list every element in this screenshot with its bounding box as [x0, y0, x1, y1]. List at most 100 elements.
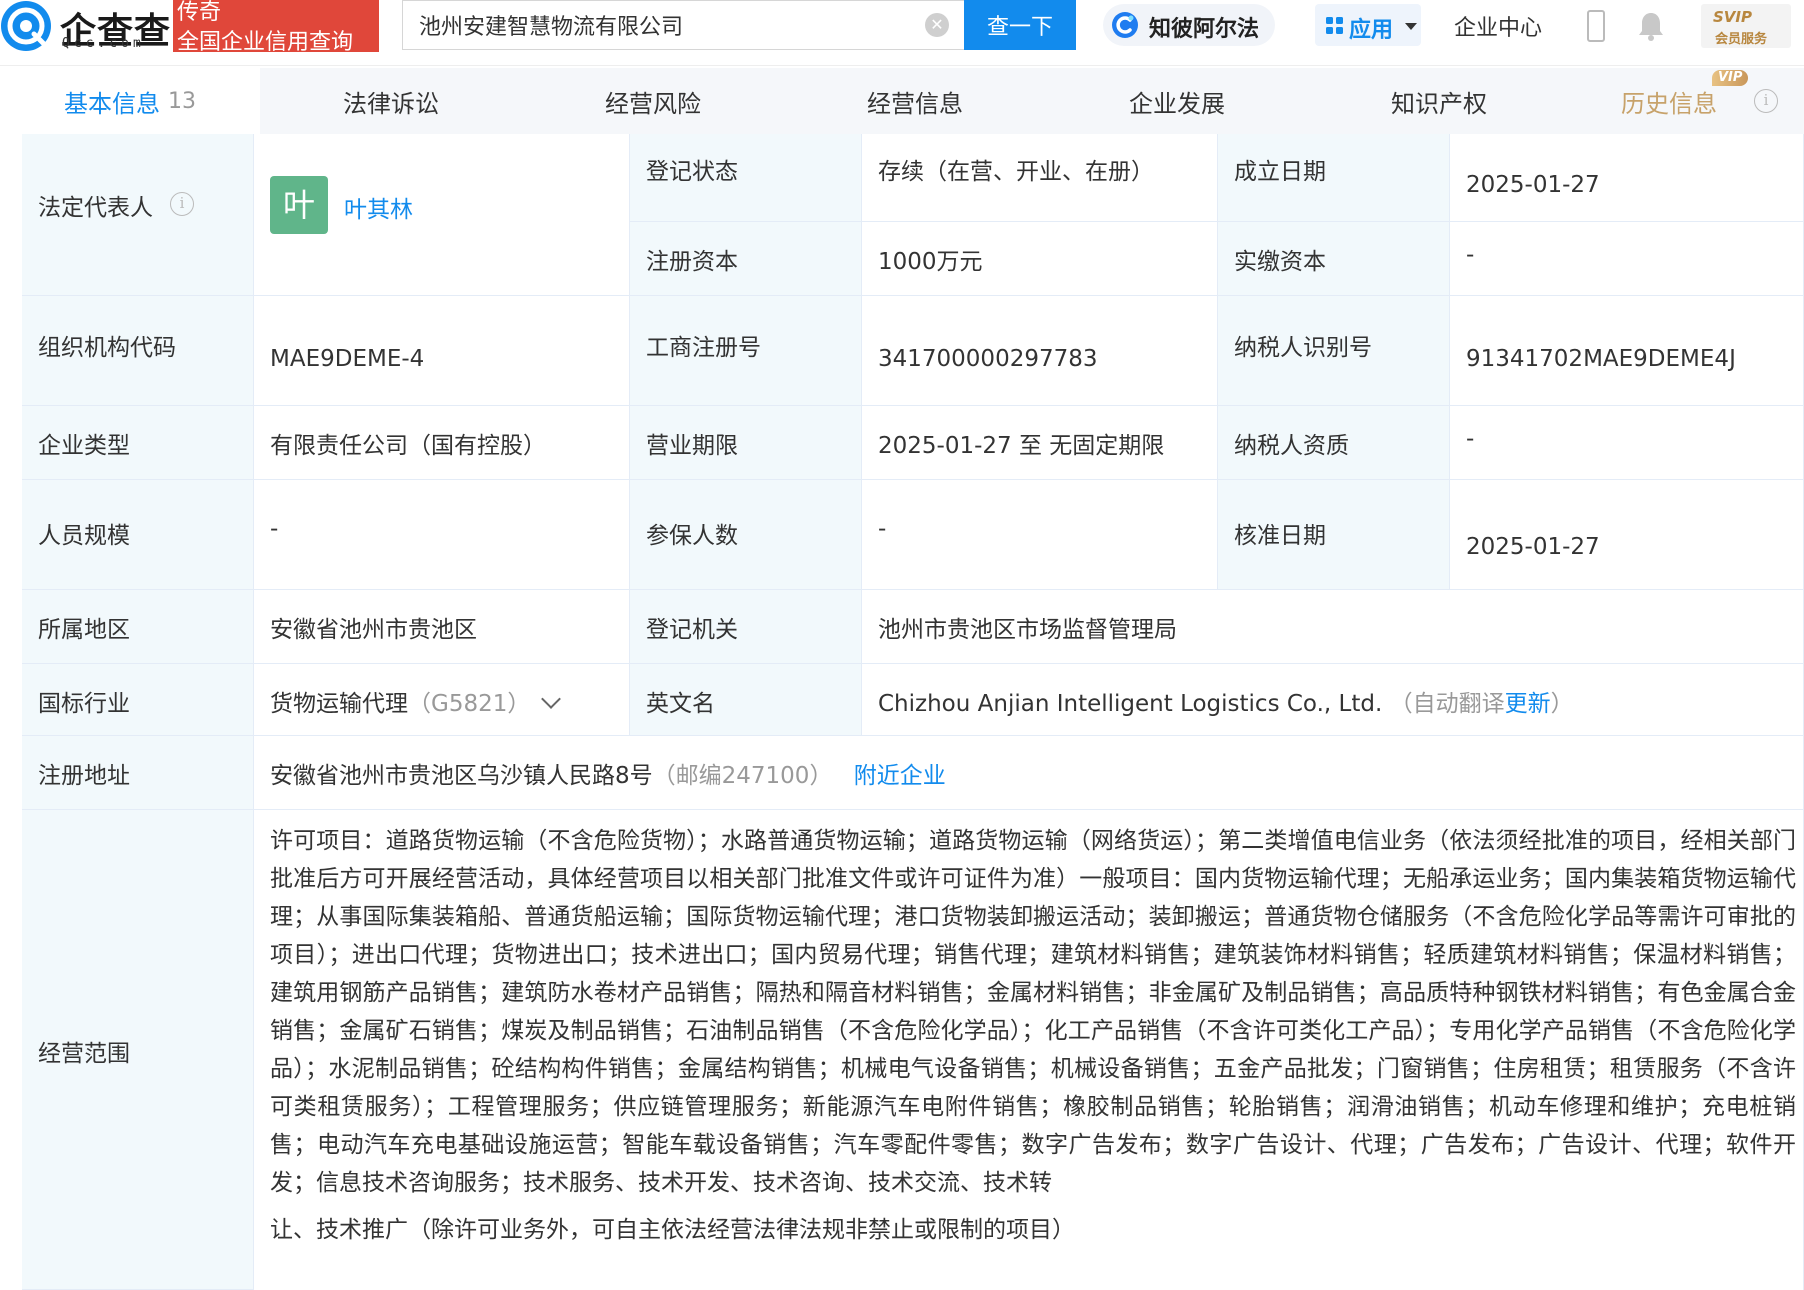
found-date-label: 成立日期	[1234, 159, 1326, 185]
scope-value-cell: 许可项目：道路货物运输（不含危险货物）；水路普通货物运输；道路货物运输（网络货运…	[254, 810, 1804, 1290]
org-code-label-cell: 组织机构代码	[22, 296, 254, 406]
english-name-value-cell: Chizhou Anjian Intelligent Logistics Co.…	[862, 664, 1804, 736]
chevron-down-icon[interactable]	[541, 689, 562, 709]
apps-grid-icon	[1326, 17, 1343, 34]
postcode: （邮编247100）	[652, 763, 833, 789]
tab-label: 历史信息	[1621, 89, 1717, 118]
phone-icon[interactable]	[1587, 10, 1605, 42]
reg-capital-label: 注册资本	[646, 249, 738, 275]
paid-capital-label: 实缴资本	[1234, 249, 1326, 275]
banner-line-1: 传奇	[177, 0, 222, 25]
taxpayer-qual-value: -	[1466, 426, 1475, 452]
region-label-cell: 所属地区	[22, 590, 254, 664]
tab-development[interactable]: 企业发展	[1046, 68, 1308, 134]
reg-status-value-cell: 存续（在营、开业、在册）	[862, 134, 1218, 222]
caret-down-icon	[1405, 23, 1417, 30]
insured-label: 参保人数	[646, 523, 738, 549]
reg-capital-value-cell: 1000万元	[862, 222, 1218, 296]
reg-authority-value: 池州市贵池区市场监督管理局	[878, 617, 1177, 643]
biz-reg-no-value: 341700000297783	[878, 346, 1098, 372]
tab-legal[interactable]: 法律诉讼	[260, 68, 522, 134]
found-date-label-cell: 成立日期	[1218, 134, 1450, 222]
industry-value[interactable]: 货物运输代理（G5821）	[270, 684, 562, 718]
info-icon[interactable]: i	[170, 192, 194, 216]
address-label: 注册地址	[38, 763, 130, 789]
approval-date-value-cell: 2025-01-27	[1450, 480, 1804, 590]
org-code-value: MAE9DEME-4	[270, 346, 425, 372]
auto-translate-note: （自动翻译	[1389, 691, 1505, 717]
biz-term-label-cell: 营业期限	[630, 406, 862, 480]
scope-label-cell: 经营范围	[22, 810, 254, 1290]
taxpayer-qual-label-cell: 纳税人资质	[1218, 406, 1450, 480]
biz-term-value: 2025-01-27 至 无固定期限	[878, 433, 1165, 459]
staff-size-label-cell: 人员规模	[22, 480, 254, 590]
region-value: 安徽省池州市贵池区	[270, 617, 477, 643]
address-value-cell: 安徽省池州市贵池区乌沙镇人民路8号（邮编247100） 附近企业	[254, 736, 1804, 810]
industry-value-cell[interactable]: 货物运输代理（G5821）	[254, 664, 630, 736]
apps-label: 应用	[1349, 18, 1394, 43]
enterprise-center-link[interactable]: 企业中心	[1454, 10, 1542, 42]
clear-icon[interactable]: ✕	[925, 13, 949, 37]
staff-size-label: 人员规模	[38, 523, 130, 549]
zhibi-icon	[1112, 12, 1138, 38]
industry-name: 货物运输代理	[270, 691, 408, 717]
tab-risk[interactable]: 经营风险	[522, 68, 784, 134]
logo-domain: Qcc.com	[62, 36, 145, 51]
biz-reg-no-label-cell: 工商注册号	[630, 296, 862, 406]
tab-ip[interactable]: 知识产权	[1308, 68, 1570, 134]
staff-size-value-cell: -	[254, 480, 630, 590]
industry-code: （G5821）	[408, 691, 531, 717]
svip-title: SVIP	[1713, 8, 1752, 26]
biz-term-label: 营业期限	[646, 433, 738, 459]
svip-subtitle: 会员服务	[1715, 32, 1768, 47]
tab-history[interactable]: 历史信息 VIP i	[1570, 68, 1804, 134]
search-box	[402, 0, 964, 50]
legal-rep-label-cell: 法定代表人 i	[22, 134, 254, 296]
tab-label: 知识产权	[1391, 89, 1487, 118]
auto-translate-close: ）	[1550, 691, 1574, 717]
nearby-companies-link[interactable]: 附近企业	[854, 763, 946, 789]
bell-icon[interactable]	[1636, 10, 1666, 42]
business-scope-tail: 让、技术推广（除许可业务外，可自主依法经营法律法规非禁止或限制的项目）	[270, 1217, 1075, 1243]
business-scope-text: 许可项目：道路货物运输（不含危险货物）；水路普通货物运输；道路货物运输（网络货运…	[270, 828, 1796, 1196]
reg-authority-label-cell: 登记机关	[630, 590, 862, 664]
english-name: Chizhou Anjian Intelligent Logistics Co.…	[878, 691, 1383, 717]
reg-status-value: 存续（在营、开业、在册）	[878, 159, 1154, 185]
apps-menu[interactable]: 应用	[1315, 4, 1421, 46]
ent-type-label-cell: 企业类型	[22, 406, 254, 480]
taxpayer-id-label: 纳税人识别号	[1234, 335, 1372, 361]
basic-info-table: 法定代表人 i 叶 叶其林 登记状态 存续（在营、开业、在册） 成立日期 202…	[22, 134, 1804, 1290]
search-button[interactable]: 查一下	[964, 0, 1076, 50]
taxpayer-qual-value-cell: -	[1450, 406, 1804, 480]
promo-banner[interactable]: 传奇 全国企业信用查询	[173, 0, 379, 55]
address-value: 安徽省池州市贵池区乌沙镇人民路8号（邮编247100） 附近企业	[270, 756, 946, 790]
vip-badge: VIP	[1712, 70, 1749, 86]
legal-rep-name-link[interactable]: 叶其林	[344, 190, 413, 224]
taxpayer-id-label-cell: 纳税人识别号	[1218, 296, 1450, 406]
region-value-cell: 安徽省池州市贵池区	[254, 590, 630, 664]
zhibi-alpha-button[interactable]: 知彼阿尔法	[1103, 4, 1275, 46]
svip-button[interactable]: SVIP 会员服务	[1701, 4, 1791, 48]
reg-status-label: 登记状态	[646, 159, 738, 185]
org-code-value-cell: MAE9DEME-4	[254, 296, 630, 406]
legal-rep-label: 法定代表人	[38, 195, 153, 221]
section-tabs: 基本信息 13 法律诉讼 经营风险 经营信息 企业发展 知识产权 历史信息 VI…	[0, 68, 1804, 134]
search-input[interactable]	[419, 1, 899, 49]
reg-status-label-cell: 登记状态	[630, 134, 862, 222]
found-date-value-cell: 2025-01-27	[1450, 134, 1804, 222]
insured-value-cell: -	[862, 480, 1218, 590]
update-link[interactable]: 更新	[1505, 691, 1551, 717]
tab-basic-info[interactable]: 基本信息 13	[0, 68, 260, 134]
avatar[interactable]: 叶	[270, 176, 328, 234]
biz-reg-no-value-cell: 341700000297783	[862, 296, 1218, 406]
ent-type-value-cell: 有限责任公司（国有控股）	[254, 406, 630, 480]
banner-line-2: 全国企业信用查询	[177, 30, 354, 55]
tab-label: 经营信息	[867, 89, 963, 118]
ent-type-label: 企业类型	[38, 433, 130, 459]
address-text: 安徽省池州市贵池区乌沙镇人民路8号	[270, 763, 653, 789]
info-icon[interactable]: i	[1754, 89, 1778, 113]
reg-capital-label-cell: 注册资本	[630, 222, 862, 296]
approval-date-label-cell: 核准日期	[1218, 480, 1450, 590]
tab-operation[interactable]: 经营信息	[784, 68, 1046, 134]
approval-date-label: 核准日期	[1234, 523, 1326, 549]
